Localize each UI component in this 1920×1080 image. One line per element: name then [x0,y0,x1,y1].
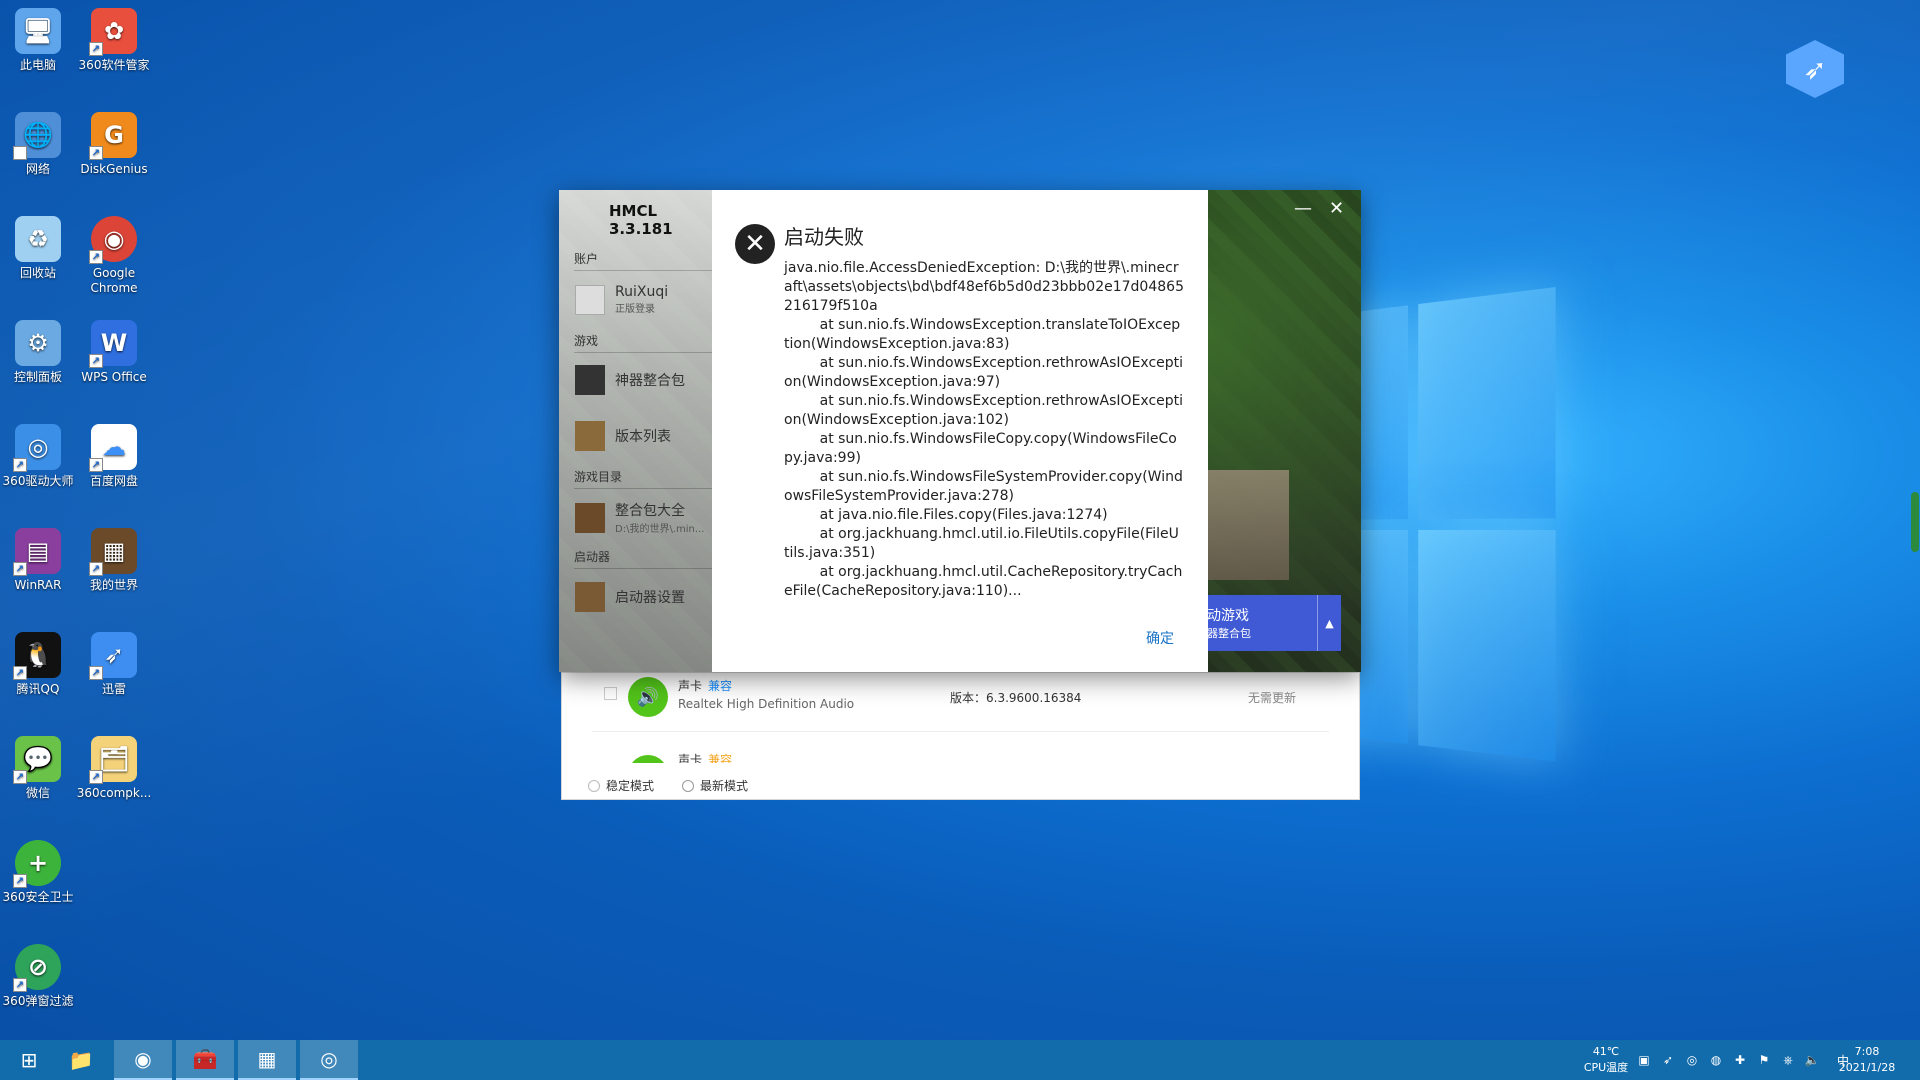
popup-filter-icon: ⊘ ↗ [13,944,61,992]
sidebar-item-modpack[interactable]: 神器整合包 [575,365,712,395]
desktop-icon-thunder[interactable]: ➶ ↗ 迅雷 [76,632,152,697]
minecraft-icon: ▦ ↗ [89,528,137,576]
app-title: HMCL 3.3.181 [609,202,673,238]
launch-dropdown-caret-icon[interactable]: ▲ [1317,595,1341,651]
minimize-button[interactable]: — [1294,198,1312,219]
wechat-icon: 💬 ↗ [13,736,61,784]
desktop-icon-recycle-bin[interactable]: ♻ 回收站 [0,216,76,281]
ok-button[interactable]: 确定 [1146,628,1174,648]
dialog-title: 启动失败 [784,225,864,249]
windows-start-icon[interactable]: ⊞ [0,1040,58,1080]
diskgenius-icon: G ↗ [89,112,137,160]
desktop-icon-qq[interactable]: 🐧 ↗ 腾讯QQ [0,632,76,697]
speaker-icon: 🔊 [628,677,668,717]
desktop-icon-wps[interactable]: W ↗ WPS Office [76,320,152,385]
settings-block-icon [575,582,605,612]
software-manager-icon: ✿ ↗ [89,8,137,56]
row-divider [592,731,1329,732]
driver-update-status: 无需更新 [1248,691,1297,705]
display-icon[interactable]: ▣ [1635,1051,1653,1069]
close-button[interactable]: ✕ [1329,198,1344,219]
system-tray: ▣ ➶ ◎ ◍ ✚ ⚑ ⎈ 🔈 中 [1632,1040,1855,1080]
baidu-netdisk-icon: ☁ ↗ [89,424,137,472]
folder-zip-icon: 🗂 ↗ [89,736,137,784]
desktop-icon-chrome[interactable]: ◉ ↗ Google Chrome [76,216,152,296]
recycle-bin-icon: ♻ [15,216,61,262]
computer-icon: 🖥 [15,8,61,54]
clock[interactable]: 7:08 2021/1/28 [1832,1044,1902,1076]
dialog-message: java.nio.file.AccessDeniedException: D:\… [784,260,1184,599]
flag-icon[interactable]: ⚑ [1755,1051,1773,1069]
thunder-tray-icon[interactable]: ➶ [1659,1051,1677,1069]
desktop-icon-this-pc[interactable]: 🖥 此电脑 [0,8,76,73]
cpu-temperature[interactable]: 41℃ CPU温度 [1578,1044,1634,1076]
mode-latest-radio[interactable]: 最新模式 [682,777,748,794]
speaker-icon [628,755,668,763]
taskbar: ⊞ 📁 ◉ 🧰 ▦ ◎ 41℃ CPU温度 ▣ ➶ ◎ ◍ ✚ ⚑ ⎈ 🔈 中 … [0,1040,1920,1080]
avatar [575,284,605,315]
sidebar-item-versions[interactable]: 版本列表 [575,421,712,451]
edge-scroll-indicator [1911,492,1919,552]
block-icon [575,365,605,395]
desktop-icon-360compk[interactable]: 🗂 ↗ 360compk... [76,736,152,801]
crafting-table-icon [575,421,605,451]
launch-game-button[interactable]: 动游戏 器整合包 ▲ [1207,595,1341,651]
winrar-icon: ▤ ↗ [13,528,61,576]
driver-manager-panel: 🔊 声卡 兼容 Realtek High Definition Audio 版本：… [561,672,1360,800]
wps-icon: W ↗ [89,320,137,368]
hmcl-sidebar: HMCL 3.3.181 账户 RuiXuqi 正版登录 游戏 神器整合包 版本列… [559,190,712,672]
security-tray-icon[interactable]: ✚ [1731,1051,1749,1069]
sidebar-item-modpack-all[interactable]: 整合包大全 D:\我的世界\.min... [575,500,712,535]
file-explorer-icon[interactable]: 📁 [52,1040,110,1080]
section-game: 游戏 [574,332,712,353]
chrome-icon[interactable]: ◉ [114,1040,172,1080]
chrome-icon: ◉ ↗ [89,216,137,264]
sidebar-item-account[interactable]: RuiXuqi 正版登录 [575,284,712,315]
section-launcher: 启动器 [574,548,712,569]
driver-name: 声卡 兼容 [678,679,733,693]
desktop-icon-wechat[interactable]: 💬 ↗ 微信 [0,736,76,801]
error-icon: ✕ [735,224,775,264]
driver-master-icon: ◎ ↗ [13,424,61,472]
desktop-icon-network[interactable]: 🌐 网络 [0,112,76,177]
driver-checkbox[interactable] [604,687,617,700]
control-panel-icon: ⚙ [15,320,61,366]
network-tray-icon[interactable]: ⎈ [1779,1051,1797,1069]
launch-failed-dialog: ✕ 启动失败 java.nio.file.AccessDeniedExcepti… [712,190,1208,672]
driver-name: 声卡 兼容 [678,753,733,763]
section-account: 账户 [574,250,712,271]
crafting-table-icon [575,502,605,533]
driver-master-icon[interactable]: ◎ [300,1040,358,1080]
compat-badge: 兼容 [708,679,733,693]
driver-desc: Realtek High Definition Audio [678,697,855,711]
floating-bird-icon[interactable]: ➶ [1786,40,1844,98]
desktop-icon-360-security[interactable]: + ↗ 360安全卫士 [0,840,76,905]
qq-icon: 🐧 ↗ [13,632,61,680]
game-scene-mob [1199,470,1289,580]
desktop-icon-control-panel[interactable]: ⚙ 控制面板 [0,320,76,385]
desktop-icon-360-popup-filter[interactable]: ⊘ ↗ 360弹窗过滤 [0,944,76,1009]
volume-icon[interactable]: 🔈 [1803,1051,1821,1069]
sidebar-item-launcher-settings[interactable]: 启动器设置 [575,582,712,612]
security-guard-icon: + ↗ [13,840,61,888]
desktop-icon-winrar[interactable]: ▤ ↗ WinRAR [0,528,76,593]
desktop-icon-baidu-netdisk[interactable]: ☁ ↗ 百度网盘 [76,424,152,489]
desktop-icon-360-driver[interactable]: ◎ ↗ 360驱动大师 [0,424,76,489]
driver-row[interactable]: 声卡 兼容 [562,749,1359,763]
driver-version: 版本：6.3.9600.16384 [950,691,1082,705]
mode-stable-radio[interactable]: 稳定模式 [588,777,654,794]
network-icon: 🌐 [13,112,61,160]
desktop-icon-360-software[interactable]: ✿ ↗ 360软件管家 [76,8,152,73]
desktop-icon-minecraft[interactable]: ▦ ↗ 我的世界 [76,528,152,593]
desktop-icon-diskgenius[interactable]: G ↗ DiskGenius [76,112,152,177]
toolbox-icon[interactable]: 🧰 [176,1040,234,1080]
driver-tray-icon[interactable]: ◎ [1683,1051,1701,1069]
minecraft-icon[interactable]: ▦ [238,1040,296,1080]
thunder-icon: ➶ ↗ [89,632,137,680]
qq-tray-icon[interactable]: ◍ [1707,1051,1725,1069]
section-game-dir: 游戏目录 [574,468,712,489]
